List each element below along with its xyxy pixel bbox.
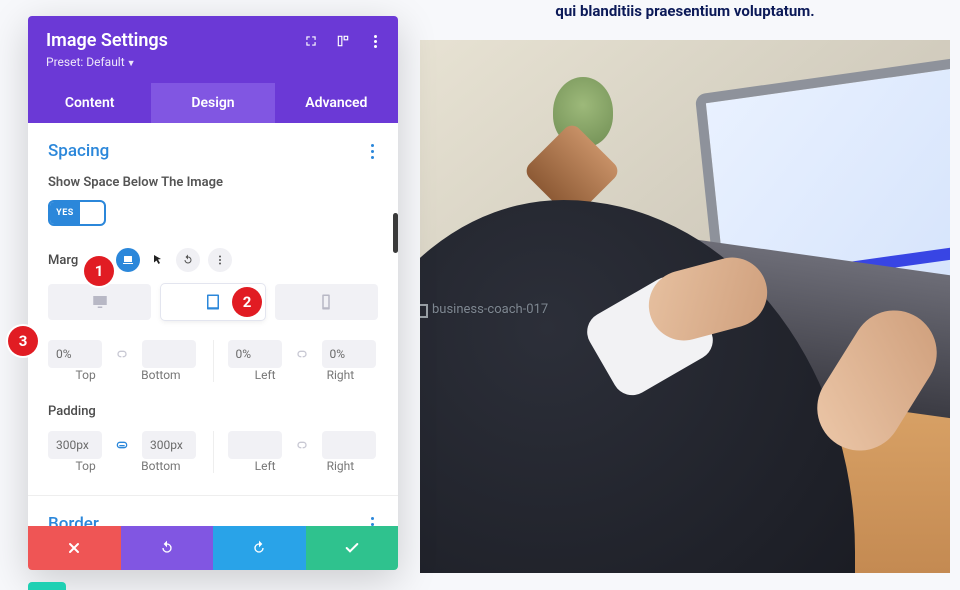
label-bottom2: Bottom bbox=[123, 459, 198, 473]
page-paragraph: qui blanditiis praesentium voluptatum. bbox=[420, 0, 950, 23]
image-module[interactable]: business-coach-017 bbox=[420, 40, 950, 573]
link-top-bottom-icon[interactable] bbox=[112, 344, 132, 364]
padding-right-input[interactable] bbox=[322, 431, 376, 459]
label-top: Top bbox=[48, 368, 123, 382]
responsive-toggle-icon[interactable] bbox=[116, 248, 140, 272]
padding-top-input[interactable] bbox=[48, 431, 102, 459]
reset-icon[interactable] bbox=[176, 248, 200, 272]
annotation-3: 3 bbox=[8, 326, 38, 356]
image-illustration: business-coach-017 bbox=[420, 40, 950, 573]
save-button[interactable] bbox=[306, 526, 399, 570]
label-left: Left bbox=[228, 368, 303, 382]
spacing-heading[interactable]: Spacing bbox=[48, 141, 109, 161]
device-desktop[interactable] bbox=[48, 284, 151, 320]
section-spacing: Spacing Show Space Below The Image YES M… bbox=[28, 123, 398, 496]
margin-right-input[interactable] bbox=[322, 340, 376, 368]
tab-advanced[interactable]: Advanced bbox=[275, 83, 398, 123]
panel-header: Image Settings Preset: Default▼ bbox=[28, 16, 398, 83]
section-border: Border bbox=[28, 496, 398, 526]
border-heading[interactable]: Border bbox=[48, 514, 99, 526]
expand-icon[interactable] bbox=[298, 28, 324, 54]
link-pad-top-bottom-icon[interactable] bbox=[112, 435, 132, 455]
redo-button[interactable] bbox=[213, 526, 306, 570]
tab-content[interactable]: Content bbox=[28, 83, 151, 123]
undo-button[interactable] bbox=[121, 526, 214, 570]
label-bottom: Bottom bbox=[123, 368, 198, 382]
margin-grid: Top Bottom Left Right bbox=[48, 340, 378, 382]
label-top2: Top bbox=[48, 459, 123, 473]
margin-label: Marg bbox=[48, 253, 78, 268]
module-outline-handle[interactable] bbox=[420, 304, 428, 318]
settings-panel: Image Settings Preset: Default▼ Content … bbox=[28, 16, 398, 570]
device-phone[interactable] bbox=[275, 284, 378, 320]
link-pad-left-right-icon[interactable] bbox=[292, 435, 312, 455]
annotation-2: 2 bbox=[232, 287, 262, 317]
padding-grid: Top Bottom Left bbox=[48, 431, 378, 473]
annotation-1: 1 bbox=[84, 256, 114, 286]
margin-left-input[interactable] bbox=[228, 340, 282, 368]
tab-design[interactable]: Design bbox=[151, 83, 274, 123]
show-space-toggle[interactable]: YES bbox=[48, 200, 106, 226]
margin-menu-icon[interactable] bbox=[208, 248, 232, 272]
panel-body[interactable]: Spacing Show Space Below The Image YES M… bbox=[28, 123, 398, 526]
cancel-button[interactable] bbox=[28, 526, 121, 570]
tab-bar: Content Design Advanced bbox=[28, 83, 398, 123]
label-right: Right bbox=[303, 368, 378, 382]
padding-left-input[interactable] bbox=[228, 431, 282, 459]
scrollbar-thumb[interactable] bbox=[393, 213, 398, 253]
border-menu-icon[interactable] bbox=[367, 517, 378, 527]
hover-state-icon[interactable] bbox=[148, 250, 168, 270]
image-alt-label: business-coach-017 bbox=[432, 302, 548, 317]
padding-bottom-input[interactable] bbox=[142, 431, 196, 459]
caret-down-icon: ▼ bbox=[127, 59, 136, 69]
label-right2: Right bbox=[303, 459, 378, 473]
link-left-right-icon[interactable] bbox=[292, 344, 312, 364]
spacing-menu-icon[interactable] bbox=[367, 144, 378, 159]
preset-selector[interactable]: Preset: Default▼ bbox=[46, 55, 380, 69]
panel-menu-icon[interactable] bbox=[362, 28, 388, 54]
margin-top-input[interactable] bbox=[48, 340, 102, 368]
device-tabs bbox=[48, 284, 378, 320]
label-left2: Left bbox=[228, 459, 303, 473]
margin-bottom-input[interactable] bbox=[142, 340, 196, 368]
panel-footer bbox=[28, 526, 398, 570]
snap-icon[interactable] bbox=[330, 28, 356, 54]
page-settings-tab[interactable] bbox=[28, 582, 66, 590]
padding-label: Padding bbox=[48, 404, 378, 419]
show-space-label: Show Space Below The Image bbox=[48, 175, 378, 190]
